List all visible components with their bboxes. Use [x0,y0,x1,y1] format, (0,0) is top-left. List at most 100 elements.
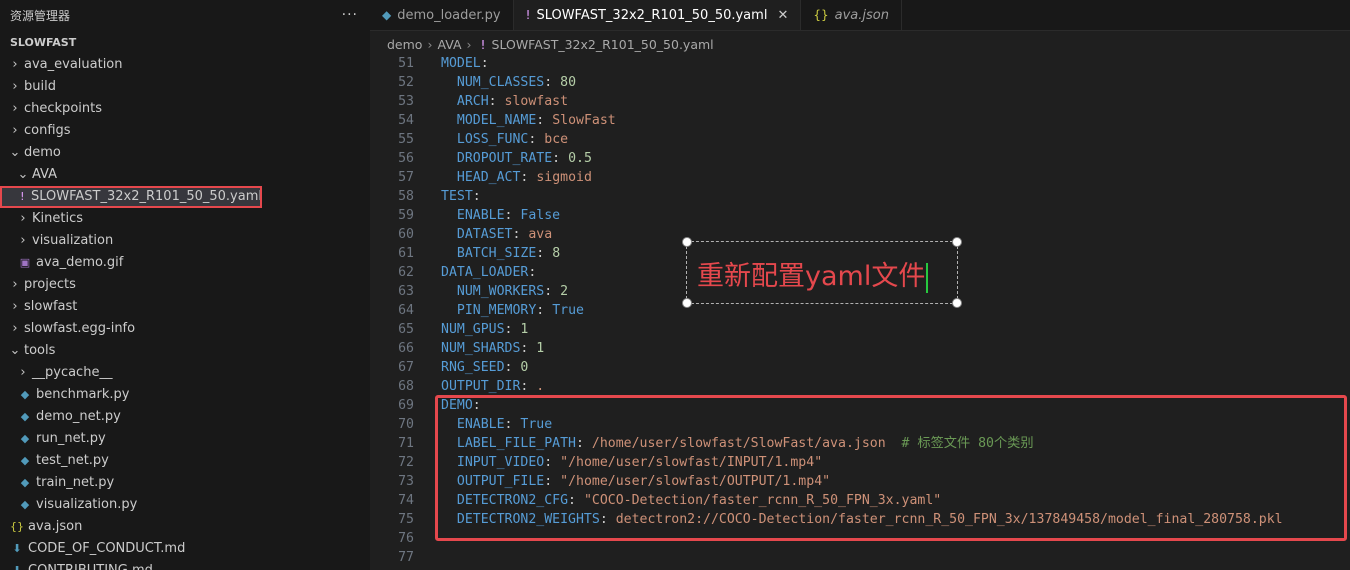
tab-label: SLOWFAST_32x2_R101_50_50.yaml [536,7,768,23]
resize-handle[interactable] [682,298,692,308]
code-line: 65 NUM_GPUS: 1 [370,320,1350,339]
editor-tab[interactable]: ◆ demo_loader.py [370,0,514,30]
chevron-right-icon[interactable]: › [8,274,22,296]
code-token: ava [528,227,553,242]
tab-bar: ◆ demo_loader.py! SLOWFAST_32x2_R101_50_50… [370,0,1350,31]
tree-file[interactable]: ⬇ CONTRIBUTING.md [0,560,370,570]
chevron-down-icon[interactable]: ⌄ [8,340,22,362]
tree-folder[interactable]: › __pycache__ [0,362,370,384]
annotation-text: 重新配置yaml文件 [697,261,926,292]
tree-folder[interactable]: › Kinetics [0,208,370,230]
code-token: BATCH_SIZE [456,246,537,261]
tree-item-label: visualization.py [36,497,138,512]
chevron-right-icon[interactable]: › [16,230,30,252]
file-type-icon: ⬇ [12,542,22,555]
code-token: OUTPUT_DIR [441,379,521,394]
code-token: : [504,360,521,375]
tab-label: ava.json [834,7,889,23]
tree-folder[interactable]: › projects [0,274,370,296]
code-token: 2 [560,284,569,299]
code-token: : [504,208,521,223]
tree-file[interactable]: ! SLOWFAST_32x2_R101_50_50.yaml [0,186,262,208]
code-token: ARCH [456,94,489,109]
more-actions-icon[interactable]: ··· [342,7,358,23]
explorer-sidebar: 资源管理器 ··· SLOWFAST › ava_evaluation › build… [0,0,370,570]
tree-folder[interactable]: › checkpoints [0,98,370,120]
resize-handle[interactable] [682,237,692,247]
chevron-down-icon[interactable]: ⌄ [16,164,30,186]
tree-item-label: __pycache__ [32,365,113,380]
code-token: 0 [520,360,529,375]
code-token: : [536,246,553,261]
chevron-right-icon[interactable]: › [16,362,30,384]
line-number: 73 [398,474,414,489]
tree-file[interactable]: ▣ ava_demo.gif [0,252,370,274]
breadcrumb-item[interactable]: demo [387,37,422,52]
breadcrumb-item[interactable]: AVA [437,37,461,52]
tree-folder[interactable]: › configs [0,120,370,142]
editor-tab[interactable]: ! SLOWFAST_32x2_R101_50_50.yaml ✕ [513,0,802,30]
code-line: 57 HEAD_ACT: sigmoid [370,168,1350,187]
tree-file[interactable]: ◆ train_net.py [0,472,370,494]
tree-file[interactable]: ◆ test_net.py [0,450,370,472]
resize-handle[interactable] [952,298,962,308]
code-token: : [536,113,553,128]
chevron-right-icon[interactable]: › [8,296,22,318]
file-type-icon: ◆ [20,410,30,423]
tree-file[interactable]: ◆ run_net.py [0,428,370,450]
code-token: : [472,189,481,204]
line-number: 75 [398,512,414,527]
file-type-icon: ◆ [20,432,30,445]
code-token: . [536,379,545,394]
tree-file[interactable]: ◆ demo_net.py [0,406,370,428]
chevron-right-icon[interactable]: › [16,208,30,230]
chevron-right-icon[interactable]: › [8,120,22,142]
annotation-textbox[interactable]: 重新配置yaml文件 [682,237,962,308]
tree-item-label: tools [24,343,56,358]
close-icon[interactable]: ✕ [777,8,788,23]
editor-tab[interactable]: {} ava.json [801,0,902,30]
tree-folder[interactable]: › build [0,76,370,98]
breadcrumb-item[interactable]: SLOWFAST_32x2_R101_50_50.yaml [492,37,714,52]
chevron-right-icon: › [466,36,472,52]
tree-file[interactable]: ◆ benchmark.py [0,384,370,406]
tree-folder[interactable]: › visualization [0,230,370,252]
tree-folder[interactable]: › slowfast.egg-info [0,318,370,340]
code-token: DATASET [456,227,513,242]
file-type-icon: ⬇ [10,560,24,570]
tree-folder[interactable]: › ava_evaluation [0,54,370,76]
code-line: 55 LOSS_FUNC: bce [370,130,1350,149]
tree-file[interactable]: {} ava.json [0,516,370,538]
code-token: ENABLE [456,208,505,223]
tree-item-label: ava_evaluation [24,57,123,72]
tree-folder[interactable]: ⌄ tools [0,340,370,362]
code-token: : [520,379,537,394]
resize-handle[interactable] [952,237,962,247]
file-type-icon: ! [480,36,486,52]
chevron-down-icon[interactable]: ⌄ [8,142,22,164]
line-number: 69 [398,398,414,413]
tree-item-label: CODE_OF_CONDUCT.md [28,541,186,556]
chevron-right-icon[interactable]: › [8,98,22,120]
chevron-right-icon[interactable]: › [8,76,22,98]
tree-file[interactable]: ◆ visualization.py [0,494,370,516]
code-line: 56 DROPOUT_RATE: 0.5 [370,149,1350,168]
code-line: 77 [370,548,1350,567]
line-number: 58 [398,189,414,204]
line-number: 66 [398,341,414,356]
tree-folder[interactable]: › slowfast [0,296,370,318]
code-token: LOSS_FUNC [456,132,529,147]
chevron-right-icon[interactable]: › [8,54,22,76]
project-root[interactable]: SLOWFAST [0,32,370,54]
line-number: 53 [398,94,414,109]
line-number: 61 [398,246,414,261]
tree-folder[interactable]: ⌄ AVA [0,164,370,186]
tree-folder[interactable]: ⌄ demo [0,142,370,164]
file-type-icon: {} [10,520,24,533]
chevron-right-icon[interactable]: › [8,318,22,340]
code-token: False [520,208,561,223]
tree-file[interactable]: ⬇ CODE_OF_CONDUCT.md [0,538,370,560]
file-type-icon: ◆ [382,8,392,22]
